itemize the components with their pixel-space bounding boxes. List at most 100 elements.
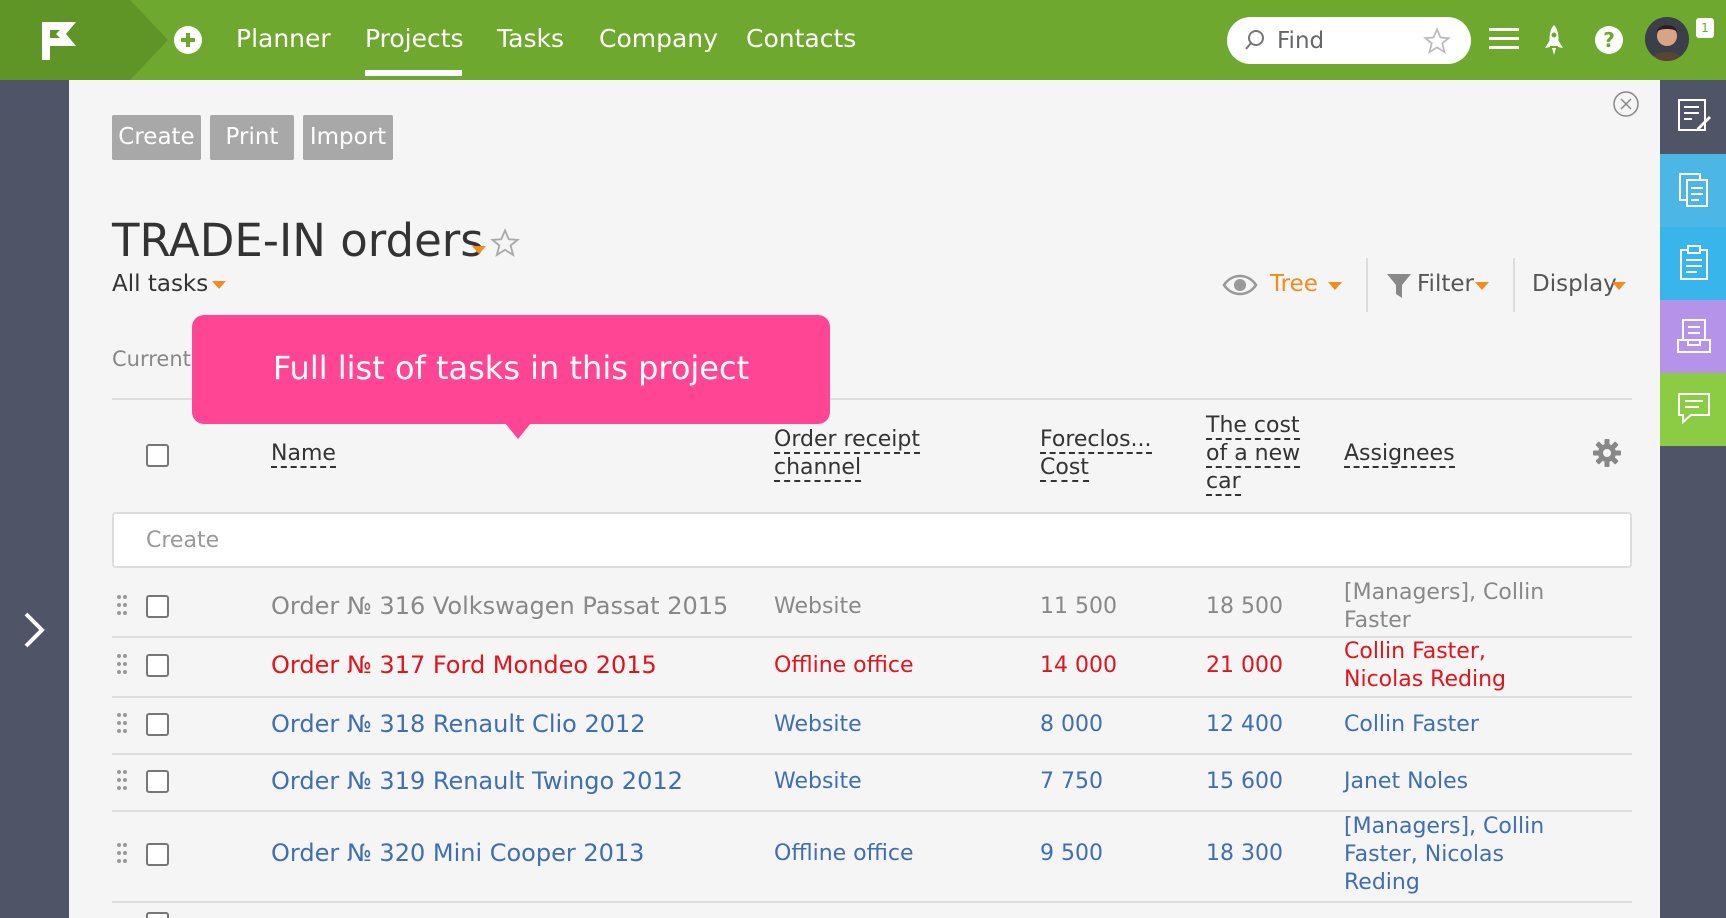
select-all-checkbox[interactable] [146,444,169,467]
create-button[interactable]: Create [112,115,201,160]
chevron-down-icon[interactable] [212,281,226,289]
row-divider [112,901,1632,903]
flag-logo-icon[interactable] [40,20,80,62]
tooltip: Full list of tasks in this project [192,315,830,424]
star-icon[interactable] [490,228,520,258]
task-channel: Offline office [774,653,914,678]
column-header-assignees[interactable]: Assignees [1344,440,1455,468]
gear-icon[interactable] [1592,438,1622,468]
clipboard-icon [1680,245,1708,280]
row-checkbox[interactable] [146,770,169,793]
row-checkbox[interactable] [146,912,169,918]
active-nav-indicator [365,70,462,76]
chat-icon [1678,393,1710,425]
tooltip-text: Full list of tasks in this project [272,349,750,387]
row-checkbox[interactable] [146,713,169,736]
sidebar-item-documents[interactable] [1660,154,1726,227]
drag-handle-icon[interactable] [116,769,128,791]
task-assignees[interactable]: Collin Faster, Nicolas Reding [1344,638,1506,694]
question-icon[interactable]: ? [1594,25,1624,55]
quick-create-input[interactable]: Create [112,512,1632,568]
title-dropdown-icon[interactable] [472,246,486,254]
documents-icon [1679,173,1708,207]
task-new-car-cost: 18 300 [1206,841,1283,866]
plus-circle-icon[interactable] [174,26,202,54]
task-assignees[interactable]: Collin Faster [1344,711,1479,739]
task-name-link[interactable]: Order № 316 Volkswagen Passat 2015 [271,592,728,620]
tooltip-pointer [505,423,531,439]
row-checkbox[interactable] [146,843,169,866]
task-foreclosure-cost: 14 000 [1040,653,1117,678]
close-circle-icon[interactable] [1612,90,1640,118]
star-icon[interactable] [1423,27,1451,55]
task-new-car-cost: 21 000 [1206,653,1283,678]
divider [1366,258,1368,312]
divider [1513,258,1515,312]
task-view-select[interactable]: All tasks [112,271,208,297]
chevron-right-icon[interactable] [20,610,48,650]
task-channel: Website [774,594,862,619]
task-new-car-cost: 12 400 [1206,712,1283,737]
task-new-car-cost: 18 500 [1206,594,1283,619]
chevron-down-icon[interactable] [1612,282,1626,290]
search-placeholder: Find [1277,28,1325,54]
sidebar-item-inbox[interactable] [1660,300,1726,373]
inbox-icon [1677,319,1711,353]
task-name-link[interactable]: Order № 320 Mini Cooper 2013 [271,839,644,867]
row-divider [112,810,1632,812]
column-header-new-car-cost[interactable]: The cost of a new car [1206,412,1301,496]
search-input[interactable]: Find [1227,17,1471,64]
task-foreclosure-cost: 7 750 [1040,769,1103,794]
nav-tasks[interactable]: Tasks [497,24,564,53]
notification-badge: 1 [1696,18,1714,38]
task-foreclosure-cost: 9 500 [1040,841,1103,866]
search-icon [1245,30,1264,50]
task-assignees[interactable]: Janet Noles [1344,768,1468,796]
task-assignees[interactable]: [Managers], Collin Faster [1344,579,1544,635]
row-checkbox[interactable] [146,654,169,677]
drag-handle-icon[interactable] [116,594,128,616]
eye-icon[interactable] [1222,272,1258,298]
nav-company[interactable]: Company [599,24,718,53]
task-name-link[interactable]: Order № 318 Renault Clio 2012 [271,710,646,738]
page-title: TRADE-IN orders [112,214,484,267]
rocket-icon[interactable] [1543,24,1565,56]
drag-handle-icon[interactable] [116,712,128,734]
task-new-car-cost: 15 600 [1206,769,1283,794]
print-button[interactable]: Print [210,115,294,160]
task-name-link[interactable]: Order № 317 Ford Mondeo 2015 [271,651,657,679]
nav-contacts[interactable]: Contacts [746,24,856,53]
funnel-icon[interactable] [1386,272,1412,300]
avatar[interactable] [1645,17,1689,61]
sidebar-item-chat[interactable] [1660,373,1726,446]
column-header-channel[interactable]: Order receipt channel [774,426,920,482]
hamburger-icon[interactable] [1489,26,1519,52]
task-foreclosure-cost: 11 500 [1040,594,1117,619]
task-channel: Website [774,712,862,737]
row-divider [112,696,1632,698]
svg-text:?: ? [1603,28,1615,52]
task-assignees[interactable]: [Managers], Collin Faster, Nicolas Reding [1344,813,1544,897]
nav-projects[interactable]: Projects [365,24,464,53]
edit-note-icon [1678,99,1711,131]
create-placeholder: Create [146,528,220,553]
chevron-down-icon[interactable] [1475,282,1489,290]
task-name-link[interactable]: Order № 319 Renault Twingo 2012 [271,767,683,795]
row-checkbox[interactable] [146,595,169,618]
column-header-name[interactable]: Name [271,440,336,468]
filter-button[interactable]: Filter [1417,271,1474,297]
drag-handle-icon[interactable] [116,653,128,675]
sidebar-item-notes[interactable] [1660,80,1726,153]
row-divider [112,753,1632,755]
task-channel: Offline office [774,841,914,866]
column-header-foreclosure[interactable]: Foreclos... Cost [1040,426,1152,482]
chevron-down-icon[interactable] [1328,282,1342,290]
sidebar-item-clipboard[interactable] [1660,227,1726,300]
task-foreclosure-cost: 8 000 [1040,712,1103,737]
import-button[interactable]: Import [303,115,393,160]
tree-view-toggle[interactable]: Tree [1270,271,1318,297]
current-tab[interactable]: Current [112,347,191,371]
display-button[interactable]: Display [1532,271,1617,297]
nav-planner[interactable]: Planner [236,24,331,53]
drag-handle-icon[interactable] [116,842,128,864]
